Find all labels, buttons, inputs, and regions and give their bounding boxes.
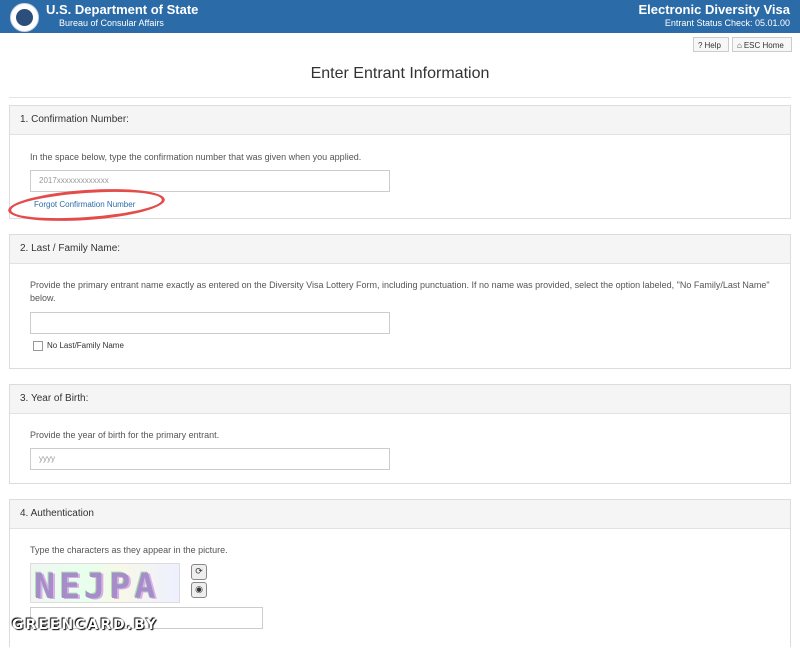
org-title: U.S. Department of State	[46, 2, 199, 17]
authentication-instruction: Type the characters as they appear in th…	[30, 545, 228, 555]
page-title: Enter Entrant Information	[310, 65, 490, 82]
refresh-icon[interactable]: ⟳	[191, 564, 207, 580]
confirmation-heading: 1. Confirmation Number:	[10, 106, 790, 135]
birth-year-input[interactable]: yyyy	[30, 448, 390, 470]
last-name-instruction: Provide the primary entrant name exactly…	[30, 280, 770, 303]
site-header: U.S. Department of State Bureau of Consu…	[0, 0, 800, 33]
authentication-heading: 4. Authentication	[10, 500, 790, 529]
title-divider	[9, 97, 791, 98]
birth-year-panel: 3. Year of Birth: Provide the year of bi…	[9, 384, 791, 484]
home-label: ESC Home	[743, 41, 784, 50]
birth-year-instruction: Provide the year of birth for the primar…	[30, 430, 220, 440]
no-last-name-checkbox[interactable]	[33, 341, 43, 351]
confirmation-placeholder: 2017xxxxxxxxxxxxx	[39, 176, 109, 185]
confirmation-number-input[interactable]: 2017xxxxxxxxxxxxx	[30, 170, 390, 192]
birth-year-heading: 3. Year of Birth:	[10, 385, 790, 414]
home-icon: ⌂	[737, 41, 742, 50]
esc-home-button[interactable]: ⌂ ESC Home	[732, 37, 792, 52]
watermark: GREENCARD.BY	[12, 617, 158, 633]
captcha-image: NEJPA	[30, 563, 180, 603]
confirmation-panel: 1. Confirmation Number: In the space bel…	[7, 105, 791, 226]
birth-year-placeholder: yyyy	[39, 454, 55, 463]
app-subtitle: Entrant Status Check: 05.01.00	[664, 18, 790, 28]
no-last-name-label: No Last/Family Name	[47, 341, 124, 350]
last-name-panel: 2. Last / Family Name: Provide the prima…	[9, 234, 791, 369]
app-title: Electronic Diversity Visa	[638, 2, 790, 17]
last-name-heading: 2. Last / Family Name:	[10, 235, 790, 264]
captcha-text: NEJPA	[34, 567, 160, 603]
last-name-input[interactable]	[30, 312, 390, 334]
org-subtitle: Bureau of Consular Affairs	[59, 18, 164, 28]
help-label: Help	[704, 41, 721, 50]
help-button[interactable]: ? Help	[693, 37, 729, 52]
seal-icon	[10, 3, 39, 32]
confirmation-instruction: In the space below, type the confirmatio…	[30, 152, 362, 162]
question-icon: ?	[698, 41, 703, 50]
audio-icon[interactable]: ◉	[191, 582, 207, 598]
forgot-confirmation-link[interactable]: Forgot Confirmation Number	[34, 200, 135, 209]
